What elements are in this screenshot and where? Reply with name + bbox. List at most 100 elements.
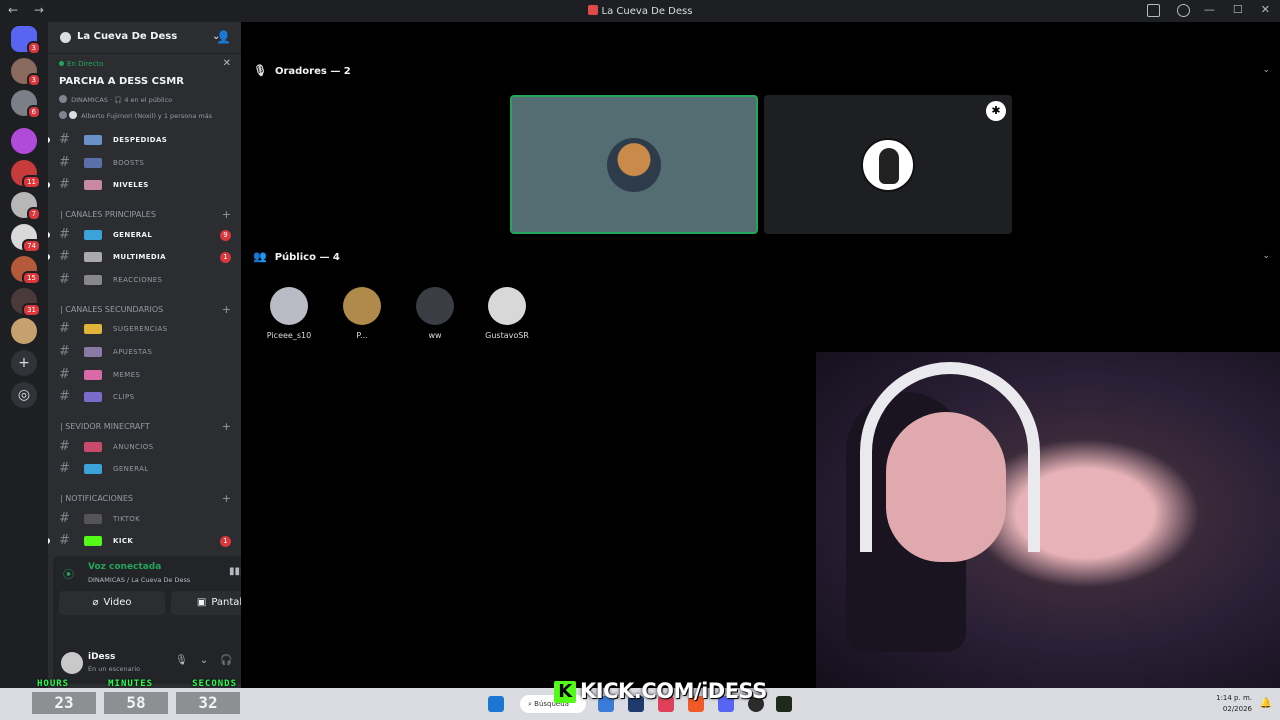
unread-indicator (48, 538, 50, 544)
discover-icon[interactable]: ◎ (11, 382, 37, 408)
windows-icon[interactable] (488, 696, 504, 712)
channel-emoji-icon (84, 180, 102, 190)
channel-emoji-icon (84, 252, 102, 262)
channel-emoji-icon (84, 464, 102, 474)
help-icon[interactable] (1177, 4, 1190, 17)
channel-emoji-icon (84, 392, 102, 402)
speaker-avatar (59, 111, 67, 119)
avatar[interactable] (61, 652, 83, 674)
signal-icon[interactable]: ⦿ (63, 566, 74, 582)
hash-icon: # (59, 461, 70, 476)
channel-item[interactable]: # MEMES (48, 365, 241, 385)
create-channel-icon[interactable]: + (222, 492, 231, 505)
server-badge: 74 (22, 239, 41, 253)
voice-channel[interactable]: DINAMICAS / La Cueva De Dess (88, 576, 190, 584)
server-icon[interactable]: 31 (11, 288, 41, 317)
create-channel-icon[interactable]: + (222, 420, 231, 433)
channel-emoji-icon (84, 442, 102, 452)
guild-name: La Cueva De Dess (77, 31, 178, 42)
channel-item[interactable]: # APUESTAS (48, 342, 241, 362)
server-icon (587, 5, 598, 15)
channel-item[interactable]: # NIVELES (48, 175, 241, 195)
window-title: La Cueva De Dess (0, 5, 1280, 17)
audience-label: Público — 4 (274, 252, 340, 263)
hash-icon: # (59, 533, 70, 548)
create-channel-icon[interactable]: + (222, 208, 231, 221)
category-label: | CANALES PRINCIPALES (60, 210, 156, 219)
server-badge: 3 (26, 73, 41, 87)
video-button[interactable]: ⌀ Video (59, 591, 165, 615)
speaker-tile-active[interactable] (510, 95, 758, 234)
soundboard-icon[interactable]: ▮▮▮ (229, 566, 241, 577)
server-icon[interactable] (11, 318, 37, 344)
headphones-band (860, 362, 1040, 552)
audience-name: Piceee_s10 (266, 331, 312, 340)
close-button[interactable]: ✕ (1261, 3, 1270, 16)
audience-name: GustavoSR (485, 331, 529, 340)
server-icon[interactable] (11, 128, 37, 154)
clock[interactable]: 1:14 p. m. 02/2026 (1216, 693, 1252, 715)
channel-name: SUGERENCIAS (113, 325, 168, 333)
user-name[interactable]: iDess (88, 652, 115, 662)
hash-icon: # (59, 155, 70, 170)
channel-emoji-icon (84, 275, 102, 285)
server-icon[interactable]: 74 (11, 224, 41, 253)
speaker-tile[interactable]: ✱ (764, 95, 1012, 234)
screen-share-button[interactable]: ▣ Pantalla (171, 591, 241, 615)
channel-sidebar: La Cueva De Dess ⌄ 👤 En Directo ✕ PARCHA… (48, 22, 241, 688)
audience-member[interactable]: Piceee_s10 (252, 287, 326, 340)
channel-item[interactable]: # KICK 1 (48, 531, 241, 551)
stage-channel: DINAMICAS (71, 96, 108, 104)
server-icon[interactable]: 11 (11, 160, 41, 189)
channel-item[interactable]: # REACCIONES (48, 270, 241, 290)
server-badge: 6 (26, 105, 41, 119)
server-icon[interactable]: 3 (11, 58, 41, 87)
maximize-button[interactable]: ☐ (1233, 3, 1243, 16)
channel-category[interactable]: | CANALES SECUNDARIOS + (48, 302, 241, 318)
chevron-down-icon[interactable]: ⌄ (1262, 251, 1270, 261)
server-icon[interactable]: 7 (11, 192, 41, 221)
audience-member[interactable]: P... (325, 287, 399, 340)
kick-app-icon[interactable] (776, 696, 792, 712)
minimize-button[interactable]: — (1204, 3, 1215, 16)
chevron-down-icon[interactable]: ⌄ (200, 655, 208, 666)
voice-status[interactable]: Voz conectada (88, 562, 161, 572)
bell-icon[interactable]: 🔔 (1260, 698, 1272, 709)
window-titlebar: ← → La Cueva De Dess — ☐ ✕ (0, 0, 1280, 22)
create-channel-icon[interactable]: + (222, 303, 231, 316)
chevron-down-icon[interactable]: ⌄ (1262, 65, 1270, 75)
channel-category[interactable]: | CANALES PRINCIPALES + (48, 207, 241, 223)
channel-item[interactable]: # DESPEDIDAS (48, 130, 241, 150)
channel-item[interactable]: # TIKTOK (48, 509, 241, 529)
guild-header[interactable]: La Cueva De Dess ⌄ 👤 (48, 22, 241, 54)
inbox-icon[interactable] (1147, 4, 1160, 17)
speaker-avatar (607, 137, 661, 192)
channel-category[interactable]: | NOTIFICACIONES + (48, 491, 241, 507)
stage-banner[interactable]: En Directo ✕ PARCHA A DESS CSMR DINAMICA… (48, 54, 241, 124)
mention-badge: 1 (220, 252, 231, 263)
audience-member[interactable]: GustavoSR (470, 287, 544, 340)
timer-label-seconds: SECONDS (192, 679, 237, 689)
invite-icon[interactable]: 👤 (216, 30, 231, 44)
clock-date: 02/2026 (1222, 705, 1252, 713)
server-icon[interactable]: 3 (11, 26, 41, 55)
channel-item[interactable]: # MULTIMEDIA 1 (48, 247, 241, 267)
clock-time: 1:14 p. m. (1216, 694, 1252, 702)
channel-item[interactable]: # GENERAL 9 (48, 225, 241, 245)
channel-item[interactable]: # SUGERENCIAS (48, 319, 241, 339)
channel-name: NIVELES (113, 181, 149, 189)
channel-item[interactable]: # ANUNCIOS (48, 437, 241, 457)
server-icon[interactable]: 15 (11, 256, 41, 285)
headphones-icon[interactable]: 🎧 (220, 655, 232, 666)
add-server-button[interactable]: + (11, 350, 37, 376)
server-badge: 31 (22, 303, 41, 317)
channel-item[interactable]: # BOOSTS (48, 153, 241, 173)
channel-item[interactable]: # CLIPS (48, 387, 241, 407)
audience-member[interactable]: ww (398, 287, 472, 340)
user-controls: 🎙 ⌄ 🎧 ⌄ ⚙ (175, 655, 241, 666)
channel-category[interactable]: | SEVIDOR MINECRAFT + (48, 419, 241, 435)
close-icon[interactable]: ✕ (223, 58, 231, 69)
server-icon[interactable]: 6 (11, 90, 41, 119)
channel-item[interactable]: # GENERAL (48, 459, 241, 479)
microphone-icon[interactable]: 🎙 (175, 655, 188, 666)
